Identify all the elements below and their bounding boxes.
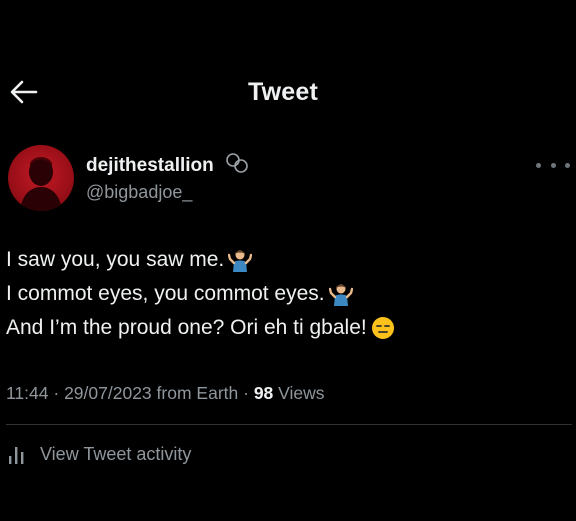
person-shrugging-icon — [328, 282, 353, 306]
views-label: Views — [278, 383, 325, 403]
more-dot-icon — [565, 162, 570, 168]
activity-label: View Tweet activity — [40, 443, 192, 464]
meta-separator: · — [243, 383, 254, 403]
tweet-time[interactable]: 11:44 — [6, 383, 49, 403]
tweet-page: Tweet dejithestallion @bigbadjoe_ I saw … — [0, 0, 576, 521]
avatar[interactable] — [8, 145, 74, 211]
tweet-line: I commot eyes, you commot eyes. — [6, 277, 566, 311]
tweet-text: I saw you, you saw me. I commot eyes, yo… — [6, 243, 566, 345]
tweet-source: from Earth — [156, 383, 239, 403]
tweet-line-text: I commot eyes, you commot eyes. — [6, 282, 325, 305]
avatar-silhouette-icon — [20, 157, 62, 211]
person-shrugging-icon — [228, 248, 253, 272]
tweet-line: And I’m the proud one? Ori eh ti gbale! — [6, 311, 566, 345]
user-handle[interactable]: @bigbadjoe_ — [86, 182, 192, 203]
meta-separator: · — [53, 383, 65, 403]
header: Tweet — [0, 60, 576, 124]
back-button[interactable] — [6, 74, 42, 110]
display-name[interactable]: dejithestallion — [86, 155, 214, 177]
page-title: Tweet — [248, 78, 318, 106]
more-options-button[interactable] — [536, 157, 570, 173]
tweet-date[interactable]: 29/07/2023 — [64, 383, 152, 403]
views-count: 98 — [253, 383, 274, 403]
tweet-line: I saw you, you saw me. — [6, 243, 566, 277]
verified-seal-icon — [226, 153, 248, 173]
tweet-line-text: And I’m the proud one? Ori eh ti gbale! — [6, 316, 367, 339]
back-arrow-icon — [10, 80, 38, 104]
author-row: dejithestallion @bigbadjoe_ — [8, 145, 576, 215]
more-dot-icon — [536, 162, 541, 168]
view-tweet-activity-button[interactable]: View Tweet activity — [6, 440, 191, 468]
divider — [6, 424, 572, 425]
expressionless-face-icon — [371, 316, 395, 340]
analytics-bars-icon — [9, 447, 24, 464]
tweet-line-text: I saw you, you saw me. — [6, 248, 225, 271]
tweet-meta: 11:44 · 29/07/2023 from Earth · 98 Views — [6, 383, 325, 404]
more-dot-icon — [550, 162, 556, 168]
